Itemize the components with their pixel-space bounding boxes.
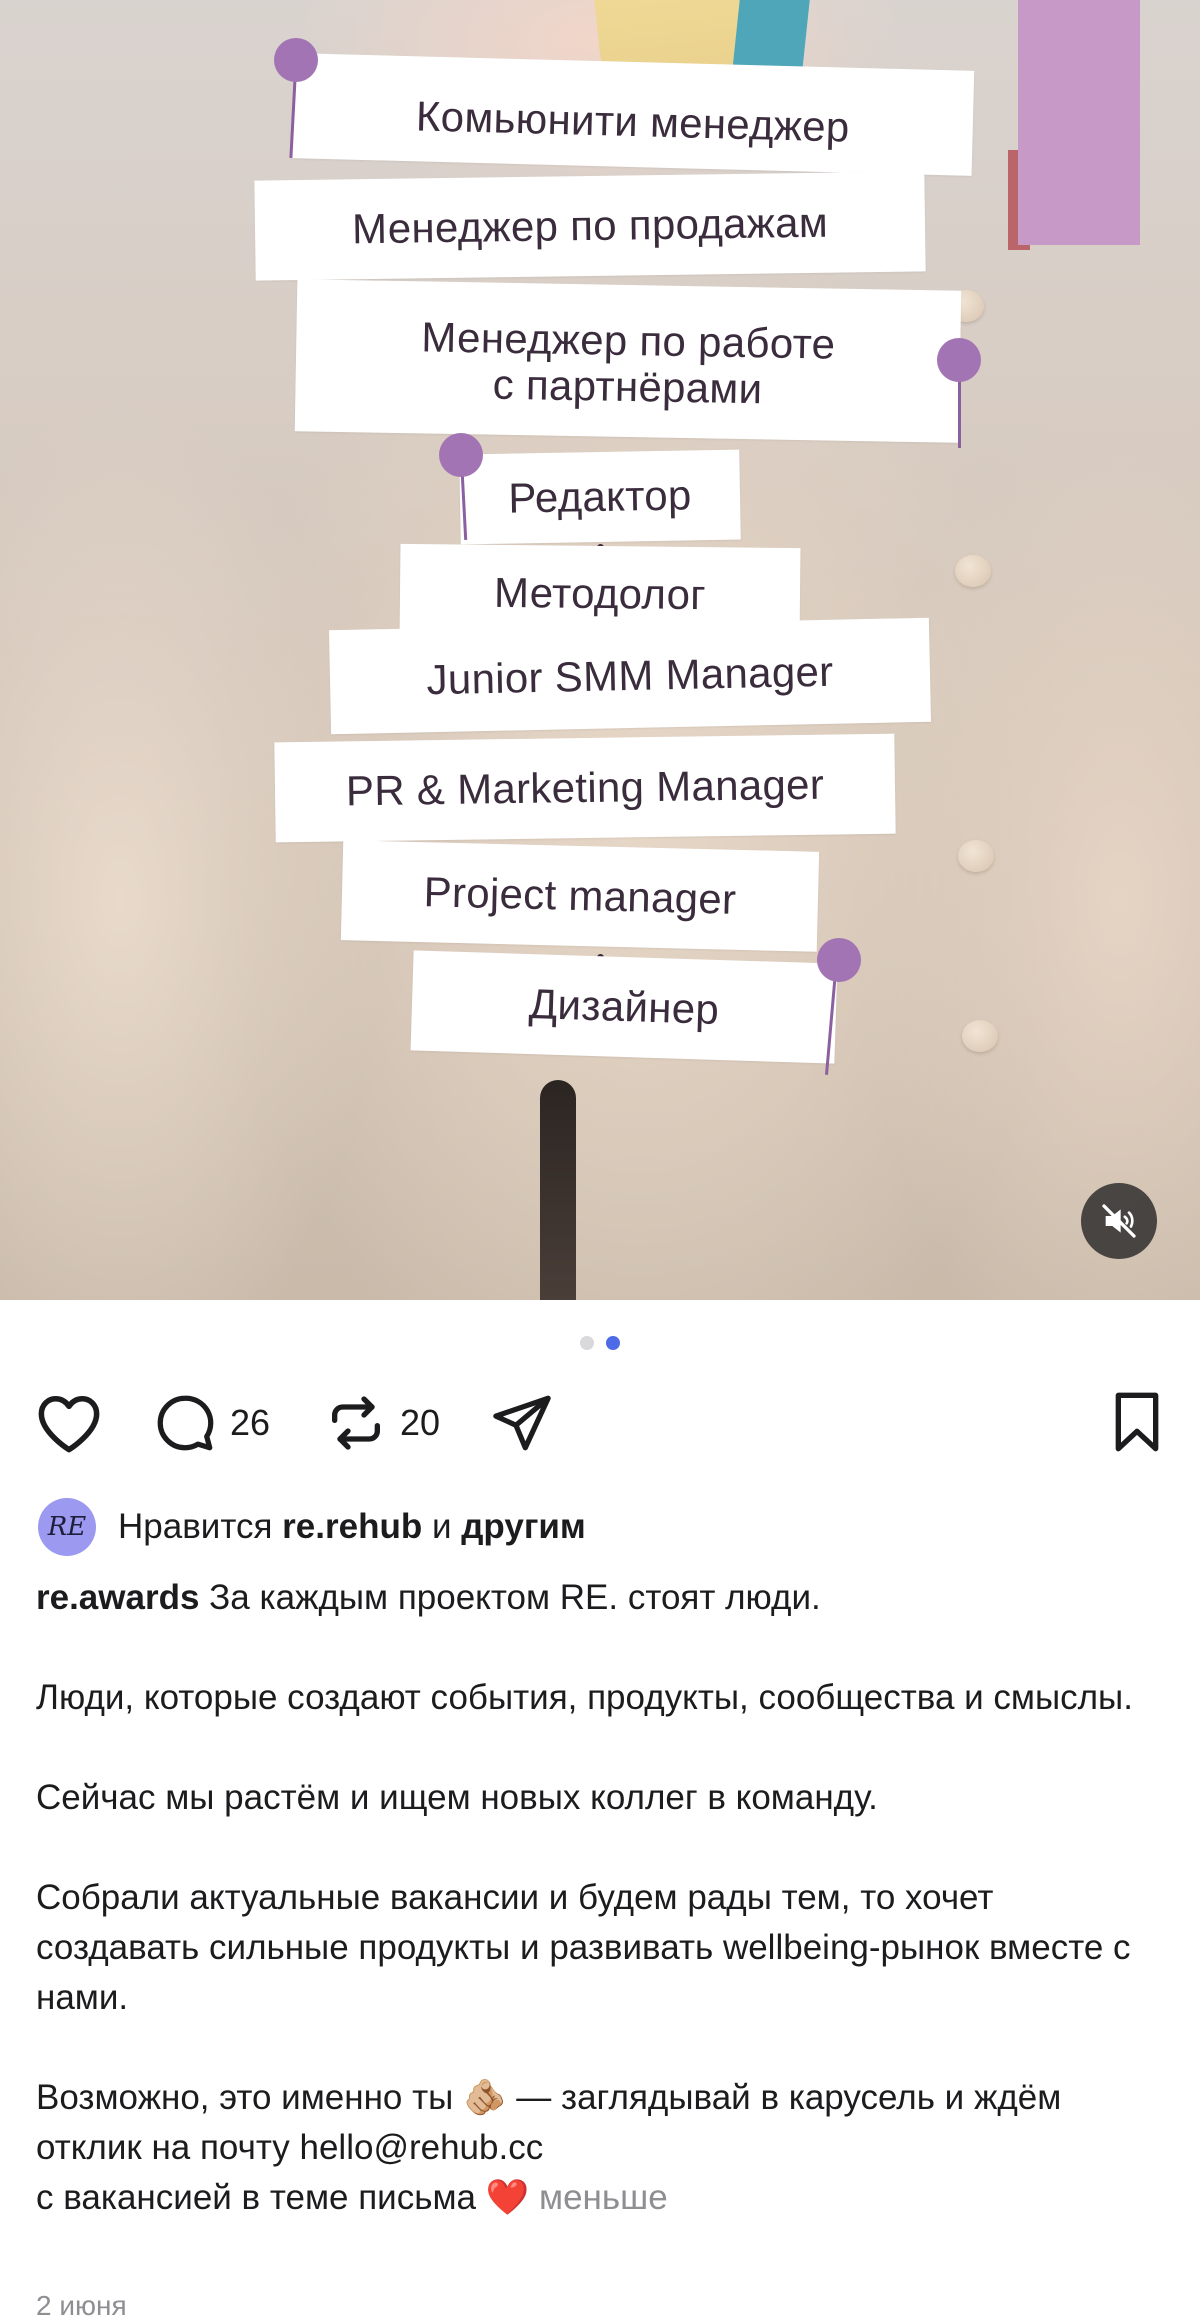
like-button[interactable]	[34, 1390, 104, 1454]
likes-others-link[interactable]: другим	[461, 1507, 586, 1547]
speaker-muted-icon	[1099, 1201, 1139, 1241]
liker-username[interactable]: re.rehub	[282, 1507, 422, 1547]
photo-shadow	[540, 1080, 576, 1300]
mute-button[interactable]	[1081, 1183, 1157, 1259]
job-tag: Комьюнити менеджер	[291, 53, 975, 176]
job-tag: Менеджер по работе с партнёрами	[294, 279, 962, 443]
job-tag: Дизайнер	[410, 950, 838, 1064]
pin-icon	[817, 938, 861, 982]
repost-count: 20	[400, 1402, 441, 1443]
share-button[interactable]	[488, 1390, 556, 1456]
comment-bubble-icon	[152, 1390, 218, 1456]
job-tag: Project manager	[340, 840, 820, 952]
action-bar: 26 20	[34, 1390, 1166, 1464]
job-tag: Менеджер по продажам	[254, 171, 926, 281]
job-tag: Редактор	[459, 449, 741, 545]
comment-count: 26	[230, 1402, 271, 1443]
post-caption: re.awards За каждым проектом RE. стоят л…	[36, 1573, 1166, 2223]
likes-summary[interactable]: RE Нравится re.rehub и другим	[38, 1498, 586, 1556]
save-button[interactable]	[1108, 1390, 1166, 1454]
pin-icon	[937, 338, 981, 382]
repost-button[interactable]: 20	[324, 1390, 440, 1456]
post-date: 2 июня	[36, 2290, 127, 2321]
bookmark-icon	[1108, 1390, 1166, 1454]
comment-button[interactable]: 26	[152, 1390, 270, 1456]
post-media[interactable]: Комьюнити менеджер Менеджер по продажам …	[0, 0, 1200, 1300]
pin-icon	[274, 38, 318, 82]
avatar[interactable]: RE	[38, 1498, 96, 1556]
photo-button	[955, 555, 991, 587]
paper-plane-icon	[488, 1390, 556, 1456]
photo-button	[962, 1020, 998, 1052]
likes-prefix: Нравится	[118, 1507, 283, 1546]
collapse-caption-link[interactable]: меньше	[539, 2178, 668, 2217]
repost-arrows-icon	[324, 1390, 388, 1456]
carousel-indicator	[0, 1336, 1200, 1350]
author-username[interactable]: re.awards	[36, 1578, 199, 1617]
job-tag: PR & Marketing Manager	[274, 733, 896, 843]
carousel-dot	[580, 1336, 594, 1350]
caption-text: За каждым проектом RE. стоят люди. Люди,…	[36, 1578, 1133, 2217]
photo-button	[958, 840, 994, 872]
carousel-dot-active	[606, 1336, 620, 1350]
job-tag: Junior SMM Manager	[328, 617, 932, 735]
pin-icon	[439, 433, 483, 477]
heart-icon	[34, 1390, 104, 1454]
photo-ribbon-pink	[1018, 0, 1140, 245]
likes-middle: и	[422, 1507, 462, 1546]
